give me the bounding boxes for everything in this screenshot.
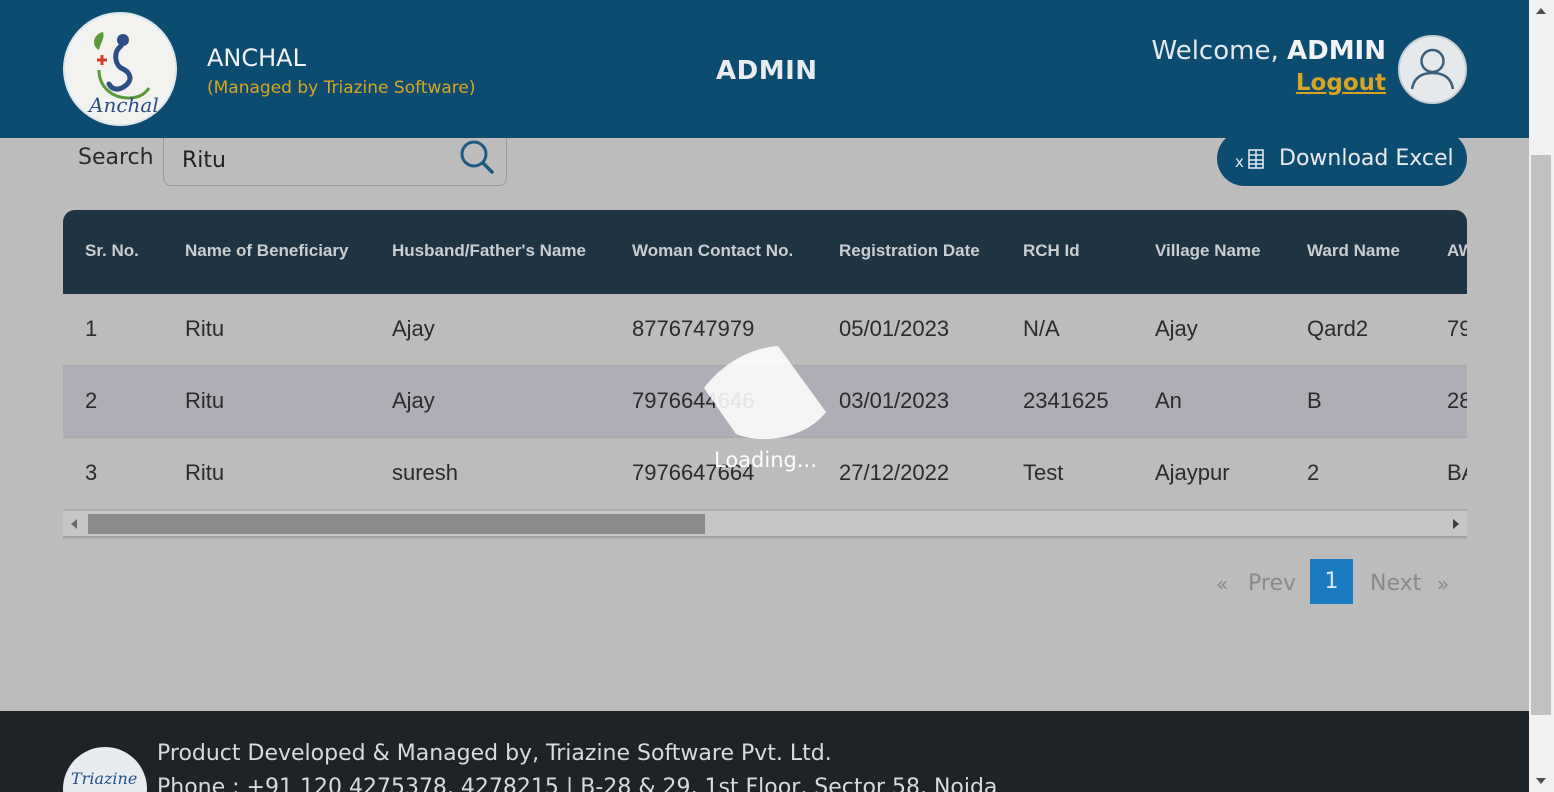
table-cell: Qard2 bbox=[1307, 316, 1369, 341]
table-cell: 3 bbox=[85, 460, 98, 485]
top-header: Anchal ANCHAL (Managed by Triazine Softw… bbox=[0, 0, 1529, 138]
table-cell: Ajay bbox=[1155, 316, 1198, 341]
prev-page-button[interactable]: Prev bbox=[1248, 571, 1296, 596]
horizontal-scrollbar[interactable] bbox=[63, 510, 1467, 536]
table-cell: 2341625 bbox=[1023, 388, 1109, 413]
next-page-button[interactable]: Next bbox=[1370, 571, 1421, 596]
loading-spinner-icon bbox=[704, 346, 826, 440]
search-label: Search bbox=[78, 145, 154, 170]
table-shadow bbox=[63, 536, 1467, 540]
page: Anchal ANCHAL (Managed by Triazine Softw… bbox=[0, 0, 1529, 792]
vertical-scroll-thumb[interactable] bbox=[1531, 155, 1551, 715]
vertical-scrollbar[interactable] bbox=[1529, 0, 1554, 792]
table-cell: An bbox=[1155, 388, 1182, 413]
welcome-prefix: Welcome, bbox=[1151, 36, 1287, 66]
footer-credit: Product Developed & Managed by, Triazine… bbox=[157, 741, 832, 766]
table-cell: 28 bbox=[1447, 388, 1467, 413]
horizontal-scroll-thumb[interactable] bbox=[88, 514, 705, 534]
table-cell: Ritu bbox=[185, 460, 225, 485]
table-cell: Ajay bbox=[392, 316, 435, 341]
triazine-logo: Triazine bbox=[63, 747, 147, 792]
download-excel-button[interactable]: x Download Excel bbox=[1217, 131, 1467, 186]
welcome-text: Welcome, ADMIN bbox=[1152, 36, 1386, 66]
search-field[interactable] bbox=[163, 131, 507, 186]
table-cell: 27/12/2022 bbox=[839, 460, 950, 485]
scroll-right-icon[interactable] bbox=[1453, 519, 1459, 529]
table-cell: 1 bbox=[85, 316, 98, 341]
table-cell: Ritu bbox=[185, 316, 225, 341]
column-header[interactable]: Name of Beneficiary bbox=[185, 241, 348, 261]
table-cell: B bbox=[1307, 388, 1322, 413]
table-cell: BA bbox=[1447, 460, 1467, 485]
search-icon[interactable] bbox=[459, 139, 495, 175]
column-header[interactable]: Husband/Father's Name bbox=[392, 241, 586, 261]
column-header[interactable]: Village Name bbox=[1155, 241, 1261, 261]
welcome-username: ADMIN bbox=[1286, 36, 1386, 66]
column-header[interactable]: RCH Id bbox=[1023, 241, 1080, 261]
first-page-button[interactable]: « bbox=[1216, 572, 1228, 596]
logout-link[interactable]: Logout bbox=[1296, 70, 1386, 96]
table-cell: 2 bbox=[85, 388, 98, 413]
logo-wordmark: Anchal bbox=[87, 93, 159, 117]
column-header[interactable]: Ward Name bbox=[1307, 241, 1400, 261]
anchal-logo[interactable]: Anchal bbox=[63, 12, 177, 126]
column-header[interactable]: Registration Date bbox=[839, 241, 980, 261]
column-header[interactable]: Woman Contact No. bbox=[632, 241, 793, 261]
user-avatar-icon[interactable] bbox=[1398, 35, 1467, 104]
table-cell: 2 bbox=[1307, 460, 1320, 485]
column-header[interactable]: Sr. No. bbox=[85, 241, 139, 261]
table-cell: Ajay bbox=[392, 388, 435, 413]
page-title: ADMIN bbox=[716, 56, 818, 86]
table-cell: Test bbox=[1023, 460, 1064, 485]
footer-contact: Phone : +91 120 4275378, 4278215 | B-28 … bbox=[157, 775, 998, 792]
search-input[interactable] bbox=[182, 144, 452, 176]
table-cell: N/A bbox=[1023, 316, 1060, 341]
brand-subtitle: (Managed by Triazine Software) bbox=[207, 78, 476, 98]
table-cell: 79 bbox=[1447, 316, 1467, 341]
column-header[interactable]: AW bbox=[1447, 241, 1467, 261]
brand-name: ANCHAL bbox=[207, 44, 306, 72]
table-cell: 8776747979 bbox=[632, 316, 755, 341]
table-cell: suresh bbox=[392, 460, 459, 485]
table-cell: 05/01/2023 bbox=[839, 316, 950, 341]
excel-icon: x bbox=[1235, 148, 1264, 171]
scroll-up-icon[interactable] bbox=[1536, 8, 1546, 14]
table-cell: Ajaypur bbox=[1155, 460, 1230, 485]
triazine-logo-text: Triazine bbox=[71, 769, 138, 788]
loading-text: Loading... bbox=[714, 448, 817, 472]
scroll-left-icon[interactable] bbox=[71, 519, 77, 529]
footer: Triazine Product Developed & Managed by,… bbox=[0, 711, 1529, 792]
table-cell: 03/01/2023 bbox=[839, 388, 950, 413]
page-1-button[interactable]: 1 bbox=[1310, 559, 1353, 604]
table-header: Sr. No. Name of Beneficiary Husband/Fath… bbox=[63, 210, 1467, 294]
scroll-down-icon[interactable] bbox=[1536, 778, 1546, 784]
last-page-button[interactable]: » bbox=[1437, 572, 1449, 596]
table-cell: Ritu bbox=[185, 388, 225, 413]
download-excel-label: Download Excel bbox=[1279, 146, 1454, 171]
excel-icon-letter: x bbox=[1235, 153, 1244, 171]
